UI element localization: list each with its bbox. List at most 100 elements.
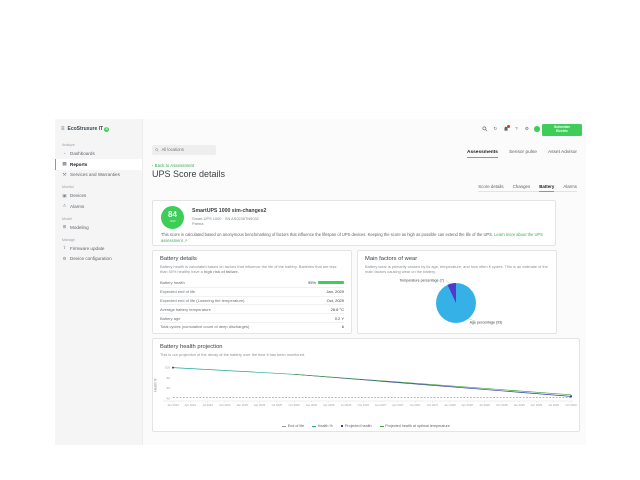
tab-sensor-pulse[interactable]: Sensor pulse — [509, 150, 537, 158]
help-icon[interactable]: ? — [513, 126, 519, 132]
svg-text:Oct 2029: Oct 2029 — [565, 403, 577, 407]
sidebar-item-alarms[interactable]: ⚠ Alarms — [55, 201, 142, 212]
subtab-changes[interactable]: Changes — [513, 184, 531, 189]
tab-asset-advisor[interactable]: Asset Advisor — [548, 150, 577, 158]
sidebar-item-label: Alarms — [70, 204, 84, 209]
sidebar-item-label: Dashboards — [70, 151, 95, 156]
legend-end-of-life[interactable]: End of life — [282, 424, 304, 428]
pie-leader-line — [446, 281, 451, 285]
modeling-icon: ⊞ — [62, 224, 67, 230]
svg-text:Jan 2024: Jan 2024 — [167, 403, 179, 407]
notifications-bell-icon[interactable] — [503, 126, 509, 132]
search-icon[interactable] — [482, 126, 488, 132]
brand-text: EcoStruxure IT — [68, 126, 104, 132]
sidebar-item-label: Device configuration — [70, 256, 112, 261]
reports-icon: ▤ — [62, 161, 67, 167]
battery-details-card: Battery details Battery health is calcul… — [152, 250, 352, 334]
svg-text:60: 60 — [167, 386, 171, 390]
battery-desc-bold: high risk of failure. — [204, 269, 239, 274]
sidebar-item-dashboards[interactable]: ◔ Dashboards — [55, 149, 142, 160]
svg-text:Apr 2025: Apr 2025 — [254, 403, 266, 407]
svg-text:Oct 2028: Oct 2028 — [496, 403, 508, 407]
device-location: Parma — [192, 221, 203, 226]
sidebar-item-label: Services and Warranties — [70, 172, 120, 177]
dashboards-icon: ◔ — [62, 151, 67, 156]
nav-group-analyze: Analyze — [62, 143, 142, 147]
table-row: Total cycles (cumulative count of deep d… — [160, 322, 344, 331]
sidebar: ≡ EcoStruxure IT S Analyze ◔ Dashboards … — [55, 119, 143, 445]
score-max: /100 — [161, 219, 184, 223]
projection-title: Battery health projection — [160, 344, 223, 350]
svg-text:Jan 2027: Jan 2027 — [375, 403, 387, 407]
sidebar-item-label: Modeling — [70, 225, 89, 230]
legend-swatch — [282, 426, 286, 427]
battery-desc-text: Battery health is calculated based on fa… — [160, 264, 336, 274]
svg-text:Jul 2028: Jul 2028 — [479, 403, 490, 407]
table-row: Expected end of life Jan, 2029 — [160, 287, 344, 296]
svg-text:80: 80 — [167, 376, 171, 380]
ups-score-card: 84 /100 SmartUPS 1000 sim-changes2 Smart… — [152, 200, 556, 246]
sidebar-item-firmware-update[interactable]: ⇧ Firmware update — [55, 243, 142, 254]
sidebar-item-services-warranties[interactable]: ⚒ Services and Warranties — [55, 170, 142, 181]
subtab-battery[interactable]: Battery — [539, 184, 554, 189]
svg-text:Oct 2027: Oct 2027 — [427, 403, 439, 407]
sidebar-item-devices[interactable]: ▣ Devices — [55, 191, 142, 202]
svg-text:Oct 2024: Oct 2024 — [219, 403, 231, 407]
device-model-serial: Smart-UPS 1000 · SN AS0236TN5032 — [192, 216, 259, 221]
svg-text:Apr 2027: Apr 2027 — [392, 403, 404, 407]
svg-text:Apr 2028: Apr 2028 — [461, 403, 473, 407]
legend-projected-optimal[interactable]: Projected health at optimal temperature — [380, 424, 450, 428]
sidebar-item-device-configuration[interactable]: ⚙ Device configuration — [55, 254, 142, 265]
search-icon — [155, 148, 159, 152]
svg-text:Apr 2024: Apr 2024 — [185, 403, 197, 407]
row-label: Average battery temperature — [160, 307, 211, 312]
svg-text:Jul 2026: Jul 2026 — [341, 403, 352, 407]
svg-text:Jan 2028: Jan 2028 — [444, 403, 456, 407]
row-label: Battery age — [160, 316, 180, 321]
legend-swatch — [312, 426, 316, 427]
score-description-text: This score is calculated based on anonym… — [161, 232, 494, 237]
pie-label-temperature: Temperature percentage (7) — [399, 279, 444, 283]
legend-label: End of life — [288, 424, 304, 428]
row-label: Expected end of life (Lowering the tempe… — [160, 298, 245, 303]
sidebar-item-reports[interactable]: ▤ Reports — [55, 159, 142, 170]
svg-text:Oct 2026: Oct 2026 — [358, 403, 370, 407]
projection-description: This is our projection of the decay of t… — [160, 352, 572, 357]
refresh-icon[interactable]: ↻ — [492, 126, 498, 132]
legend-label: Health % — [318, 424, 333, 428]
row-label: Expected end of life — [160, 289, 195, 294]
svg-text:40: 40 — [167, 397, 171, 401]
nav-group-monitor: Monitor — [62, 185, 142, 189]
row-value: 6 — [342, 324, 344, 329]
projection-line-chart[interactable]: 406080100Jan 2024Apr 2024Jul 2024Oct 202… — [161, 361, 575, 413]
settings-gear-icon[interactable]: ⚙ — [524, 126, 530, 132]
main-content: ↻ ? ⚙ Schneider Electric All locations A… — [143, 119, 586, 445]
legend-label: Projected health — [345, 424, 372, 428]
sidebar-item-modeling[interactable]: ⊞ Modeling — [55, 222, 142, 233]
schneider-electric-logo[interactable]: Schneider Electric — [542, 124, 582, 136]
battery-details-rows: Battery health 95% Expected end of life … — [160, 278, 344, 331]
detail-subtabs: Score details Changes Battery Alarms — [478, 184, 577, 192]
device-name: SmartUPS 1000 sim-changes2 — [192, 208, 266, 214]
legend-swatch — [380, 426, 384, 427]
back-to-assessment-link[interactable]: ‹ Back to Assessment — [152, 163, 194, 168]
tab-assessments[interactable]: Assessments — [467, 150, 498, 158]
devices-icon: ▣ — [62, 193, 67, 199]
row-value: 95% — [308, 280, 344, 285]
legend-swatch — [341, 425, 344, 428]
subtab-alarms[interactable]: Alarms — [563, 184, 577, 189]
legend-health[interactable]: Health % — [312, 424, 333, 428]
alarms-icon: ⚠ — [62, 203, 67, 209]
hamburger-menu-icon[interactable]: ≡ — [61, 126, 65, 132]
ecostruxure-orb-icon: S — [104, 127, 109, 132]
svg-text:Jan 2026: Jan 2026 — [306, 403, 318, 407]
location-search-placeholder: All locations — [162, 147, 184, 152]
svg-text:Jul 2029: Jul 2029 — [548, 403, 559, 407]
user-avatar[interactable] — [534, 126, 540, 132]
svg-text:Apr 2029: Apr 2029 — [531, 403, 543, 407]
table-row: Average battery temperature 26.6 °C — [160, 304, 344, 313]
subtab-score-details[interactable]: Score details — [478, 184, 503, 189]
location-search-input[interactable]: All locations — [152, 145, 216, 155]
firmware-update-icon: ⇧ — [62, 245, 67, 251]
legend-projected-health[interactable]: Projected health — [341, 424, 372, 428]
